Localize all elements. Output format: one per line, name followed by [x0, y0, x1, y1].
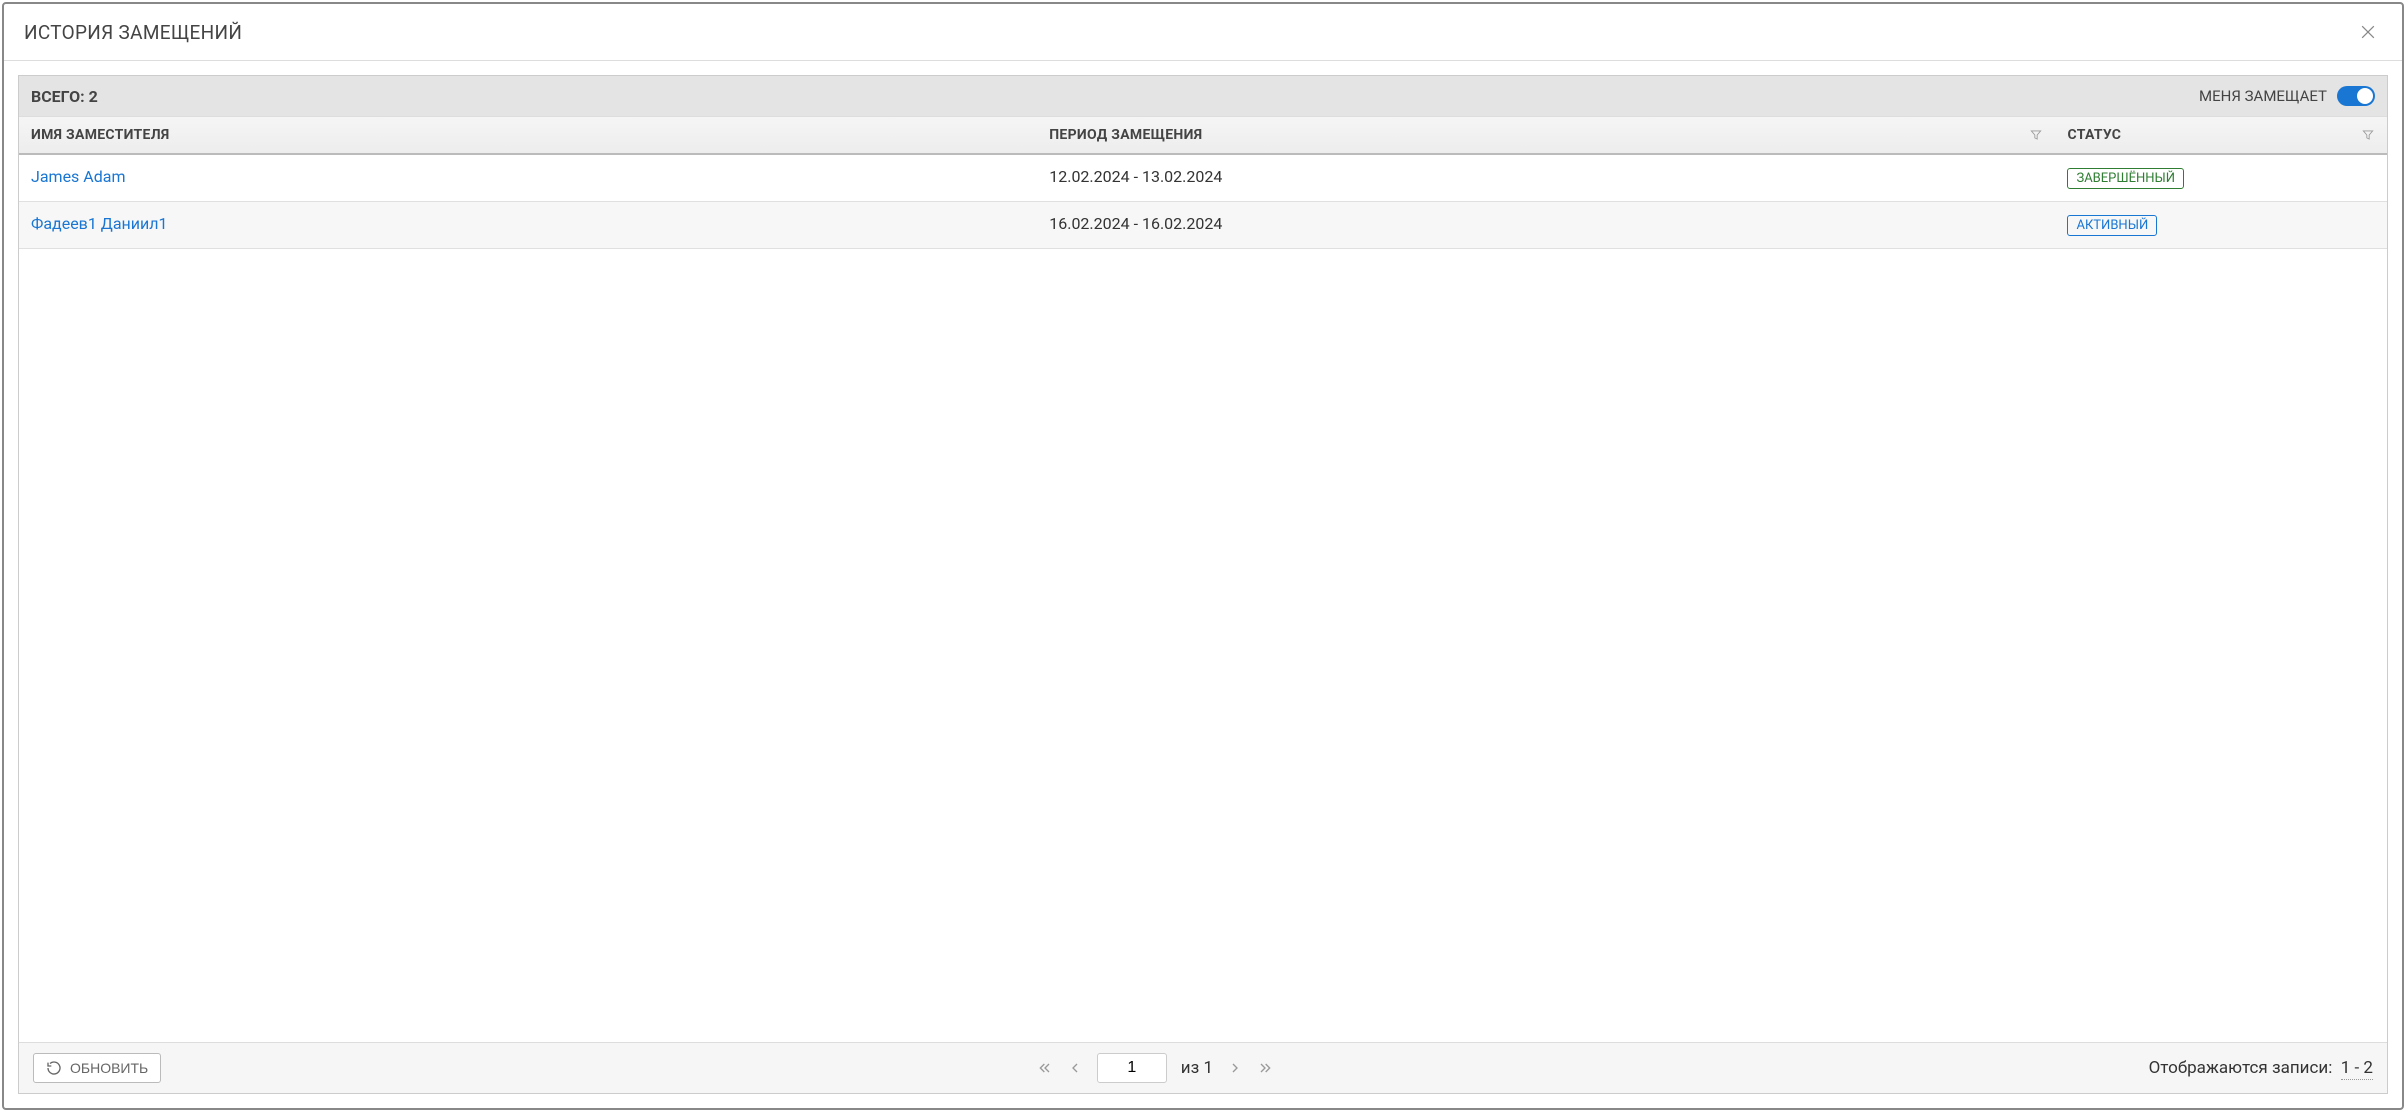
toggle-label: МЕНЯ ЗАМЕЩАЕТ: [2199, 87, 2327, 105]
table-header-row: ИМЯ ЗАМЕСТИТЕЛЯ ПЕРИОД ЗАМЕЩЕНИЯ СТАТУС: [19, 116, 2387, 155]
table-row[interactable]: Фадеев1 Даниил1 16.02.2024 - 16.02.2024 …: [19, 202, 2387, 249]
column-header-period[interactable]: ПЕРИОД ЗАМЕЩЕНИЯ: [1037, 117, 2055, 153]
substitute-name-link[interactable]: Фадеев1 Даниил1: [31, 214, 167, 233]
page-next-button[interactable]: [1227, 1060, 1243, 1076]
chevron-right-icon: [1227, 1060, 1243, 1076]
chevron-left-icon: [1067, 1060, 1083, 1076]
substitutes-me-toggle[interactable]: [2337, 86, 2375, 106]
column-header-status-label: СТАТУС: [2067, 127, 2121, 143]
filter-icon[interactable]: [2361, 128, 2375, 142]
table-toolbar: ВСЕГО: 2 МЕНЯ ЗАМЕЩАЕТ: [19, 76, 2387, 116]
column-header-name-label: ИМЯ ЗАМЕСТИТЕЛЯ: [31, 127, 170, 143]
page-number-input[interactable]: [1097, 1053, 1167, 1083]
close-icon: [2358, 22, 2378, 42]
status-badge: ЗАВЕРШЁННЫЙ: [2067, 168, 2184, 189]
chevron-double-right-icon: [1257, 1060, 1273, 1076]
refresh-button[interactable]: ОБНОВИТЬ: [33, 1053, 161, 1083]
dialog-header: ИСТОРИЯ ЗАМЕЩЕНИЙ: [4, 4, 2402, 61]
period-cell: 12.02.2024 - 13.02.2024: [1037, 155, 2055, 201]
status-badge: АКТИВНЫЙ: [2067, 215, 2157, 236]
page-first-button[interactable]: [1037, 1060, 1053, 1076]
total-count-label: ВСЕГО: 2: [31, 87, 98, 106]
table-container: ВСЕГО: 2 МЕНЯ ЗАМЕЩАЕТ ИМЯ ЗАМЕСТИТЕЛЯ П…: [18, 75, 2388, 1094]
records-range: 1 - 2: [2341, 1058, 2373, 1080]
dialog-title: ИСТОРИЯ ЗАМЕЩЕНИЙ: [24, 21, 242, 44]
table-body: James Adam 12.02.2024 - 13.02.2024 ЗАВЕР…: [19, 155, 2387, 1042]
page-of-label: из 1: [1181, 1058, 1213, 1078]
chevron-double-left-icon: [1037, 1060, 1053, 1076]
records-label: Отображаются записи:: [2149, 1058, 2333, 1078]
column-header-name[interactable]: ИМЯ ЗАМЕСТИТЕЛЯ: [19, 117, 1037, 153]
toggle-knob: [2357, 88, 2373, 104]
page-last-button[interactable]: [1257, 1060, 1273, 1076]
period-cell: 16.02.2024 - 16.02.2024: [1037, 202, 2055, 248]
refresh-label: ОБНОВИТЬ: [70, 1060, 148, 1076]
toggle-group: МЕНЯ ЗАМЕЩАЕТ: [2199, 86, 2375, 106]
close-button[interactable]: [2354, 18, 2382, 46]
substitution-history-dialog: ИСТОРИЯ ЗАМЕЩЕНИЙ ВСЕГО: 2 МЕНЯ ЗАМЕЩАЕТ…: [2, 2, 2404, 1110]
column-header-status[interactable]: СТАТУС: [2055, 117, 2387, 153]
records-info: Отображаются записи: 1 - 2: [2149, 1058, 2373, 1078]
table-row[interactable]: James Adam 12.02.2024 - 13.02.2024 ЗАВЕР…: [19, 155, 2387, 202]
dialog-content: ВСЕГО: 2 МЕНЯ ЗАМЕЩАЕТ ИМЯ ЗАМЕСТИТЕЛЯ П…: [4, 61, 2402, 1108]
table-footer: ОБНОВИТЬ из 1: [19, 1042, 2387, 1093]
refresh-icon: [46, 1060, 62, 1076]
substitute-name-link[interactable]: James Adam: [31, 167, 125, 186]
filter-icon[interactable]: [2029, 128, 2043, 142]
pager: из 1: [1037, 1053, 1273, 1083]
page-prev-button[interactable]: [1067, 1060, 1083, 1076]
column-header-period-label: ПЕРИОД ЗАМЕЩЕНИЯ: [1049, 127, 1202, 143]
